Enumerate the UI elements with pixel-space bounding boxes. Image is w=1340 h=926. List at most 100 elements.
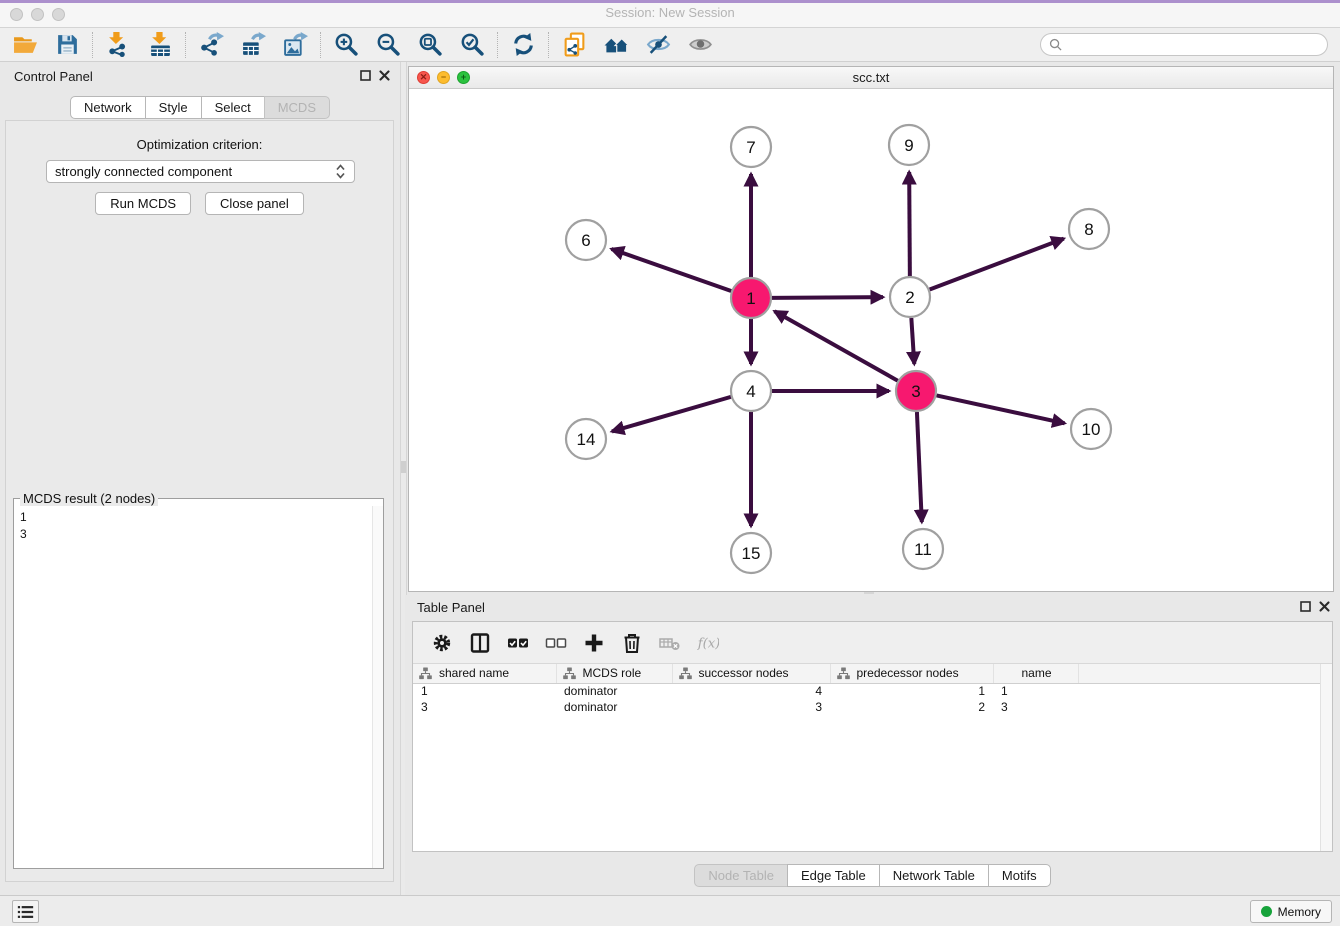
tab-style[interactable]: Style bbox=[145, 96, 202, 119]
main-toolbar bbox=[0, 28, 1340, 62]
export-image-button[interactable] bbox=[274, 29, 316, 61]
status-bar: Memory bbox=[0, 895, 1340, 926]
refresh-view-button[interactable] bbox=[502, 29, 544, 61]
export-network-icon bbox=[199, 32, 224, 57]
add-column-button[interactable] bbox=[575, 624, 613, 662]
network-window-titlebar[interactable]: ✕ − + scc.txt bbox=[409, 67, 1333, 89]
criterion-selected-value: strongly connected component bbox=[55, 164, 232, 179]
tab-network-table[interactable]: Network Table bbox=[879, 864, 989, 887]
zoom-selected-icon bbox=[460, 32, 485, 57]
graph-edge-4-14[interactable] bbox=[612, 397, 731, 432]
import-table-button[interactable] bbox=[139, 29, 181, 61]
table-settings-button[interactable] bbox=[423, 624, 461, 662]
toolbar-separator bbox=[185, 32, 186, 58]
column-header-mcds-role[interactable]: MCDS role bbox=[556, 664, 672, 683]
graph-node-label-7: 7 bbox=[746, 138, 755, 157]
delete-column-button[interactable] bbox=[613, 624, 651, 662]
svg-text:f(x): f(x) bbox=[697, 636, 719, 651]
tab-select[interactable]: Select bbox=[201, 96, 265, 119]
show-all-icon bbox=[688, 32, 713, 57]
home-view-button[interactable] bbox=[595, 29, 637, 61]
open-file-button[interactable] bbox=[4, 29, 46, 61]
column-header-predecessor-nodes[interactable]: predecessor nodes bbox=[830, 664, 993, 683]
hierarchy-icon bbox=[563, 667, 576, 680]
graph-edge-3-10[interactable] bbox=[937, 395, 1065, 423]
delete-table-button[interactable] bbox=[651, 624, 689, 662]
toolbar-separator bbox=[92, 32, 93, 58]
select-all-button[interactable] bbox=[499, 624, 537, 662]
tab-edge-table[interactable]: Edge Table bbox=[787, 864, 880, 887]
graph-node-label-3: 3 bbox=[911, 382, 920, 401]
toolbar-separator bbox=[320, 32, 321, 58]
close-panel-icon[interactable] bbox=[379, 70, 390, 81]
node-table[interactable]: shared name MCDS role successor nodes pr… bbox=[413, 664, 1332, 715]
duplicate-network-button[interactable] bbox=[553, 29, 595, 61]
graph-edge-2-8[interactable] bbox=[930, 239, 1064, 290]
graph-edge-1-2[interactable] bbox=[772, 297, 883, 298]
table-scrollbar[interactable] bbox=[1320, 664, 1332, 851]
float-panel-icon[interactable] bbox=[360, 70, 371, 81]
vertical-splitter-handle[interactable] bbox=[401, 461, 406, 473]
graph-edge-1-6[interactable] bbox=[611, 249, 731, 291]
float-table-panel-icon[interactable] bbox=[1300, 601, 1311, 612]
save-session-button[interactable] bbox=[46, 29, 88, 61]
network-canvas[interactable]: 7968124314101511 bbox=[409, 89, 1333, 591]
mcds-result-text: 1 3 bbox=[14, 506, 372, 868]
table-panel-title: Table Panel bbox=[417, 600, 485, 615]
export-table-button[interactable] bbox=[232, 29, 274, 61]
graph-node-label-8: 8 bbox=[1084, 220, 1093, 239]
graph-edge-2-3[interactable] bbox=[911, 318, 914, 364]
home-view-icon bbox=[604, 32, 629, 57]
tab-network[interactable]: Network bbox=[70, 96, 146, 119]
tab-node-table[interactable]: Node Table bbox=[694, 864, 788, 887]
export-table-icon bbox=[241, 32, 266, 57]
close-table-panel-icon[interactable] bbox=[1319, 601, 1330, 612]
column-header-shared-name[interactable]: shared name bbox=[413, 664, 556, 683]
tab-mcds[interactable]: MCDS bbox=[264, 96, 330, 119]
zoom-out-button[interactable] bbox=[367, 29, 409, 61]
save-session-icon bbox=[55, 32, 80, 57]
search-input[interactable] bbox=[1040, 33, 1328, 56]
criterion-select[interactable]: strongly connected component bbox=[46, 160, 355, 183]
show-all-button[interactable] bbox=[679, 29, 721, 61]
import-network-button[interactable] bbox=[97, 29, 139, 61]
column-header-successor-nodes[interactable]: successor nodes bbox=[672, 664, 830, 683]
column-header-name[interactable]: name bbox=[993, 664, 1078, 683]
control-panel-header: Control Panel bbox=[0, 62, 400, 90]
network-graph[interactable]: 7968124314101511 bbox=[409, 89, 1333, 591]
delete-table-icon bbox=[659, 632, 681, 654]
network-window-title: scc.txt bbox=[409, 70, 1333, 85]
memory-label: Memory bbox=[1278, 905, 1321, 919]
duplicate-network-icon bbox=[562, 32, 587, 57]
refresh-view-icon bbox=[511, 32, 536, 57]
mcds-result-title: MCDS result (2 nodes) bbox=[20, 491, 158, 506]
run-mcds-button[interactable]: Run MCDS bbox=[95, 192, 191, 215]
result-scrollbar[interactable] bbox=[372, 506, 383, 868]
close-panel-button[interactable]: Close panel bbox=[205, 192, 304, 215]
deselect-all-button[interactable] bbox=[537, 624, 575, 662]
tab-motifs[interactable]: Motifs bbox=[988, 864, 1051, 887]
mcds-result-box: MCDS result (2 nodes) 1 3 bbox=[13, 491, 384, 869]
hide-selected-icon bbox=[646, 32, 671, 57]
zoom-in-button[interactable] bbox=[325, 29, 367, 61]
table-row[interactable]: 1 dominator 4 1 1 bbox=[413, 683, 1332, 699]
graph-node-label-15: 15 bbox=[742, 544, 761, 563]
select-all-icon bbox=[507, 632, 529, 654]
function-builder-button[interactable]: f(x) bbox=[689, 624, 727, 662]
split-panel-button[interactable] bbox=[461, 624, 499, 662]
graph-node-label-10: 10 bbox=[1082, 420, 1101, 439]
task-history-button[interactable] bbox=[12, 900, 39, 923]
hide-selected-button[interactable] bbox=[637, 29, 679, 61]
graph-edge-2-9[interactable] bbox=[909, 172, 910, 276]
graph-node-label-6: 6 bbox=[581, 231, 590, 250]
table-row[interactable]: 3 dominator 3 2 3 bbox=[413, 699, 1332, 715]
zoom-fit-button[interactable] bbox=[409, 29, 451, 61]
zoom-selected-button[interactable] bbox=[451, 29, 493, 61]
control-panel-title: Control Panel bbox=[14, 69, 93, 84]
memory-button[interactable]: Memory bbox=[1250, 900, 1332, 923]
graph-edge-3-1[interactable] bbox=[775, 311, 898, 380]
export-network-button[interactable] bbox=[190, 29, 232, 61]
memory-status-icon bbox=[1261, 906, 1272, 917]
graph-edge-3-11[interactable] bbox=[917, 412, 922, 522]
graph-node-label-1: 1 bbox=[746, 289, 755, 308]
